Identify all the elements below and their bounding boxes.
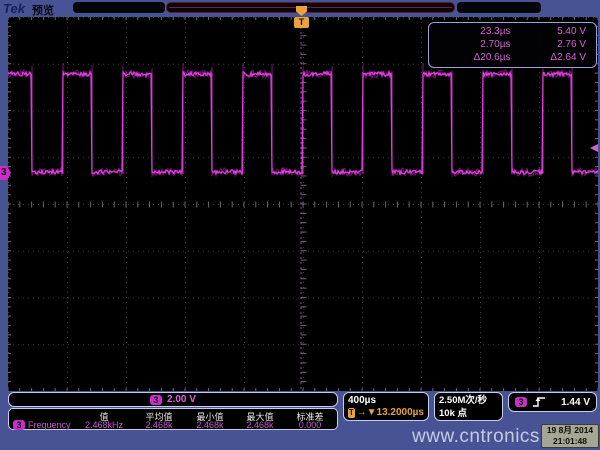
graticule-display-area: T bbox=[8, 17, 598, 391]
measurement-row-frequency: 3 Frequency 2.468kHz 2.468k 2.468k 2.468… bbox=[13, 420, 333, 430]
measurement-channel-badge: 3 bbox=[13, 420, 25, 430]
topbar-left-panel bbox=[73, 2, 165, 13]
channel3-badge: 3 bbox=[150, 395, 162, 405]
horizontal-scale-readout: 400µs T →▼13.2000µs bbox=[343, 392, 429, 421]
measurement-name: Frequency bbox=[28, 420, 71, 430]
channel3-scale-readout: 3 2.00 V bbox=[8, 392, 338, 407]
date-label: 19 8月 2014 bbox=[542, 425, 598, 436]
oscilloscope-screen: Tek 预览 T 3 23.3µs 5.40 V 2.70µs 2.76 V Δ… bbox=[0, 0, 600, 450]
datetime-box: 19 8月 2014 21:01:48 bbox=[541, 424, 599, 448]
rising-edge-icon bbox=[532, 396, 546, 408]
sample-rate: 2.50M次/秒 bbox=[439, 394, 498, 407]
acquisition-mode-label: 预览 bbox=[32, 2, 54, 18]
record-length: 10k 点 bbox=[439, 407, 498, 420]
trigger-position-t-icon: T bbox=[294, 17, 309, 28]
cursor-a-time: 23.3µs bbox=[435, 26, 511, 39]
channel3-waveform bbox=[8, 17, 598, 391]
waveform-record-view-bar bbox=[166, 2, 455, 13]
measurement-mean: 2.468k bbox=[133, 420, 185, 430]
tek-logo: Tek bbox=[3, 1, 25, 16]
cursor-b-voltage: 2.76 V bbox=[511, 39, 587, 52]
cursor-delta-voltage: Δ2.64 V bbox=[511, 52, 587, 65]
time-label: 21:01:48 bbox=[542, 436, 598, 447]
trigger-level-readout: 1.44 V bbox=[561, 397, 590, 408]
measurement-stddev: 0.000 bbox=[285, 420, 335, 430]
cursor-b-time: 2.70µs bbox=[435, 39, 511, 52]
cursor-readout-box: 23.3µs 5.40 V 2.70µs 2.76 V Δ20.6µs Δ2.6… bbox=[428, 22, 597, 68]
cursor-a-voltage: 5.40 V bbox=[511, 26, 587, 39]
trigger-readout: 3 1.44 V bbox=[508, 392, 597, 412]
record-view-trigger-position-icon bbox=[296, 6, 307, 16]
measurement-max: 2.468k bbox=[235, 420, 285, 430]
measurement-value: 2.468kHz bbox=[75, 420, 133, 430]
trigger-delay-readout: →▼13.2000µs bbox=[357, 407, 424, 419]
time-per-div: 400µs bbox=[348, 394, 424, 407]
channel3-volts-per-div: 2.00 V bbox=[167, 394, 196, 405]
measurement-table: 值 平均值 最小值 最大值 标准差 3 Frequency 2.468kHz 2… bbox=[8, 408, 338, 430]
record-view-waveform-line bbox=[169, 7, 452, 8]
trigger-badge-icon: T bbox=[348, 408, 355, 418]
acquisition-readout: 2.50M次/秒 10k 点 bbox=[434, 392, 503, 421]
trigger-source-badge: 3 bbox=[515, 397, 527, 407]
topbar-right-panel bbox=[457, 2, 541, 13]
measurement-min: 2.468k bbox=[185, 420, 235, 430]
cursor-delta-time: Δ20.6µs bbox=[435, 52, 511, 65]
measurement-header-row: 值 平均值 最小值 最大值 标准差 bbox=[13, 410, 333, 420]
